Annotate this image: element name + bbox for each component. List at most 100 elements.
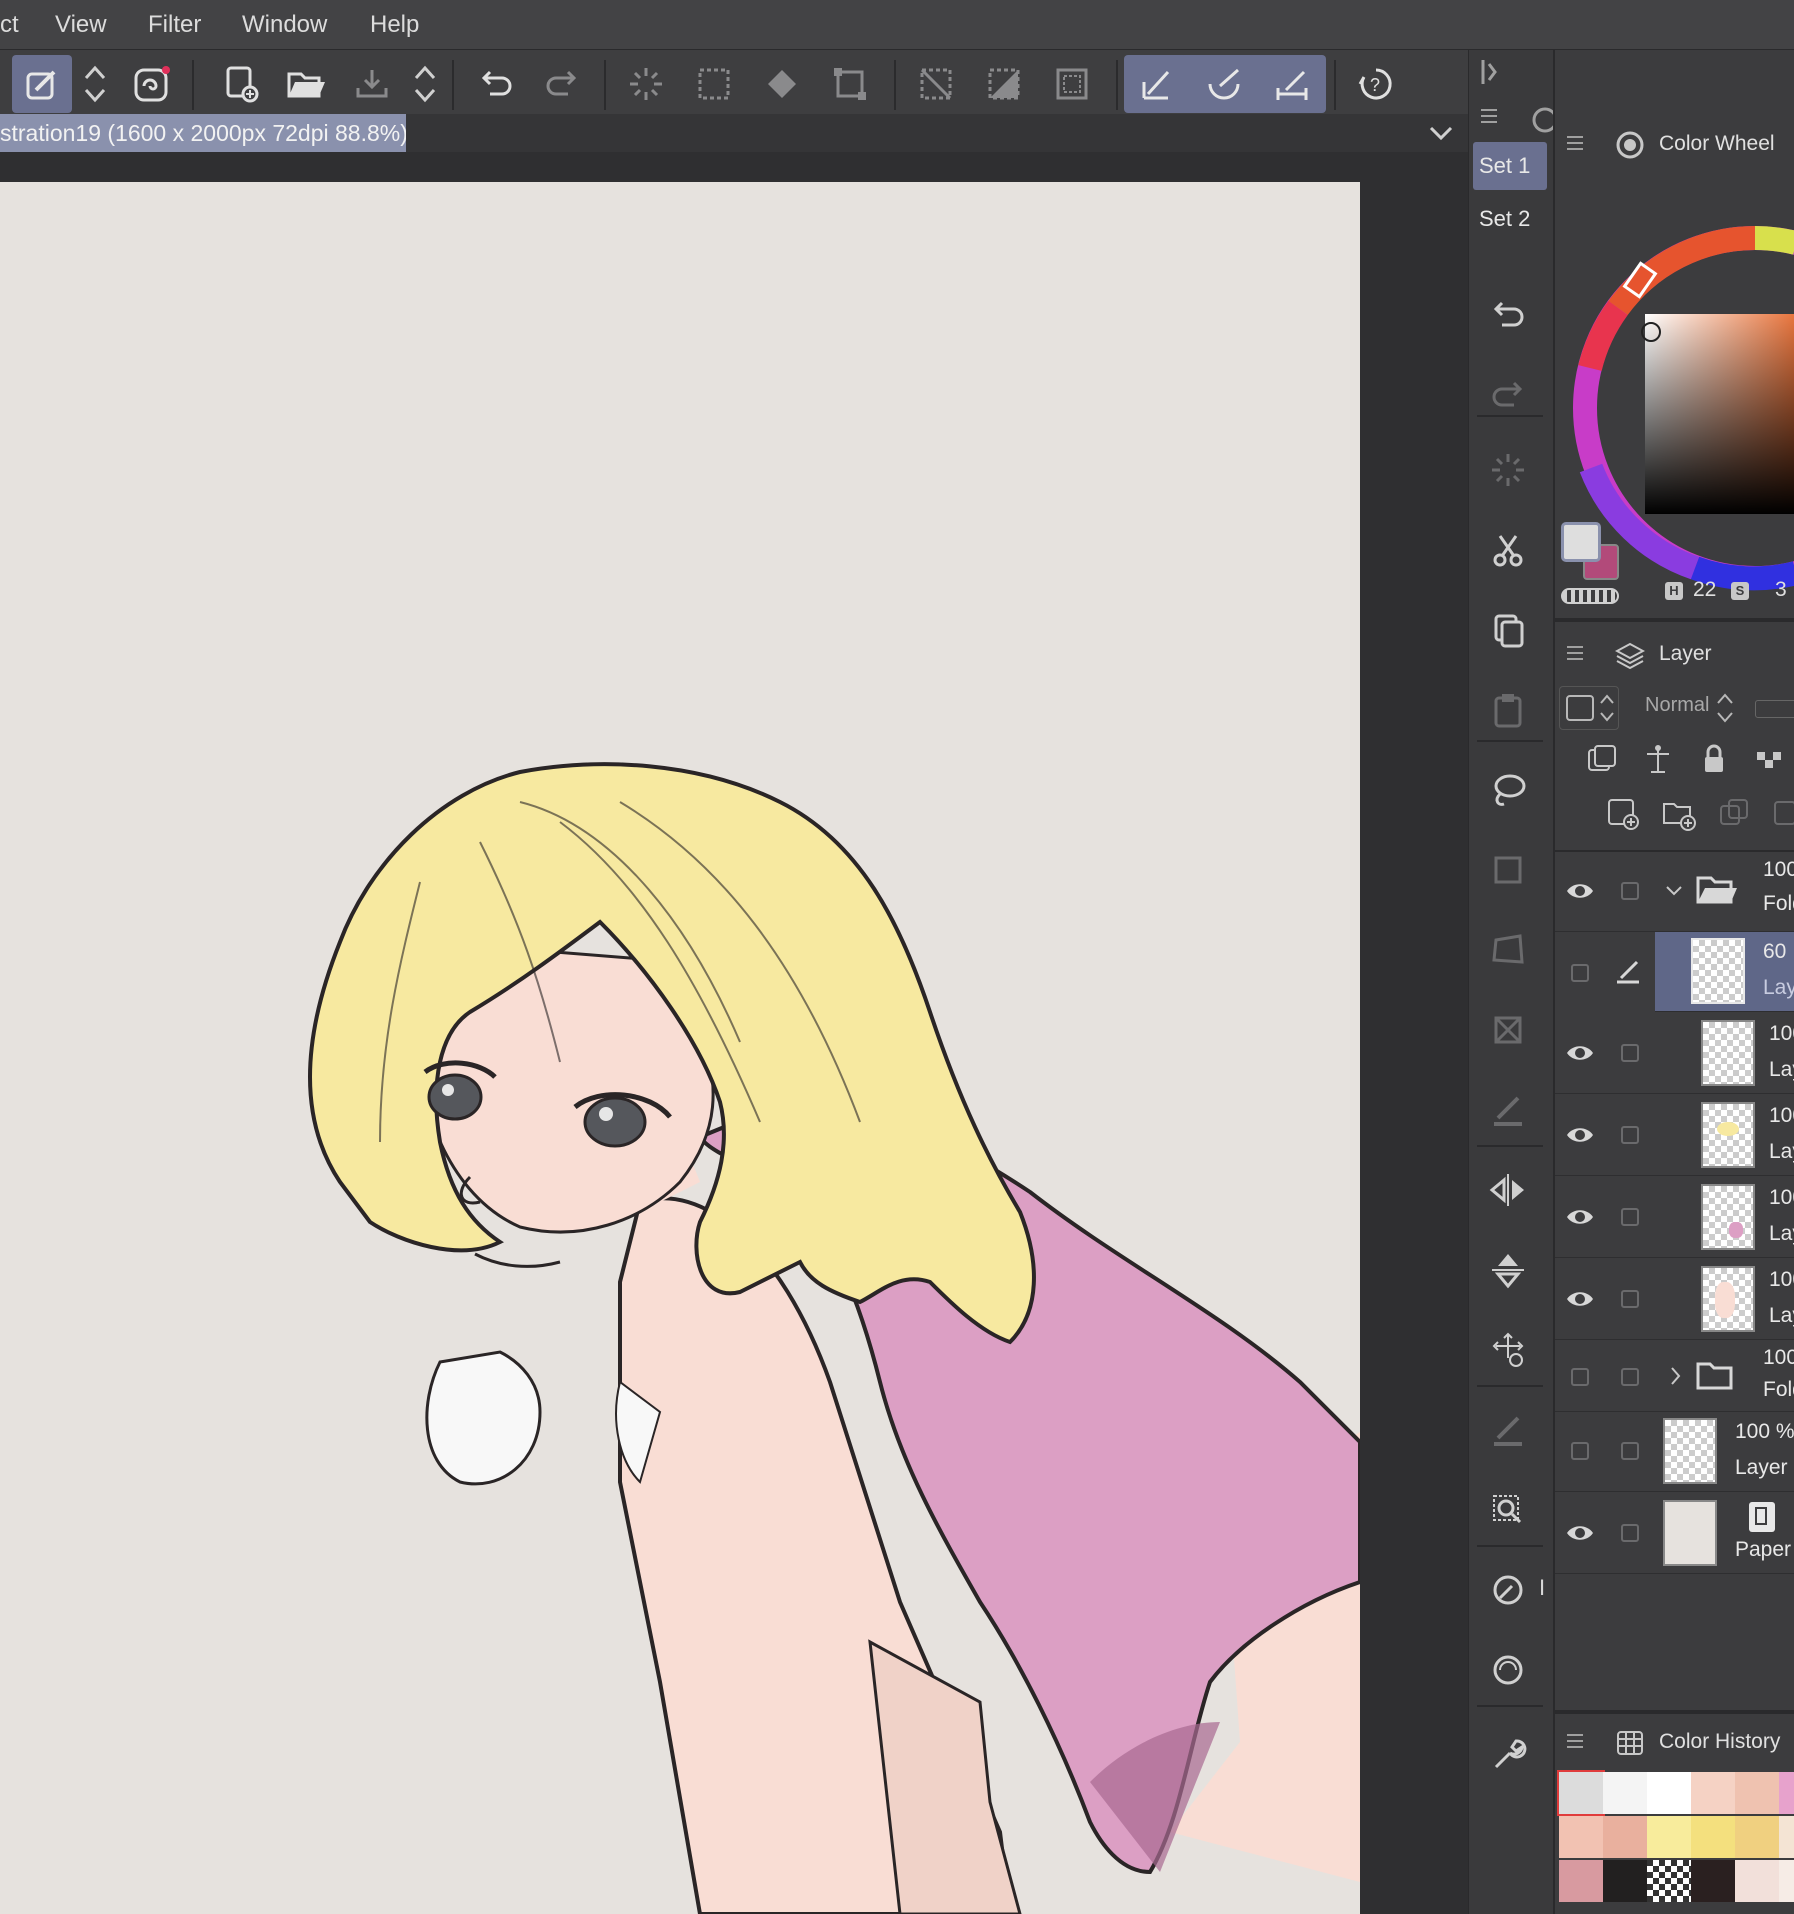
eye-visible-icon[interactable] — [1565, 876, 1595, 906]
clip-to-below-icon[interactable] — [1585, 742, 1619, 776]
layer-row[interactable]: 100 % Layer — [1555, 1412, 1794, 1492]
color-history-swatch[interactable] — [1559, 1816, 1603, 1858]
zoom-fit-icon[interactable] — [1483, 1485, 1533, 1535]
menu-hamburger-icon[interactable] — [1477, 104, 1501, 128]
move-rotate-icon[interactable] — [1483, 1325, 1533, 1375]
spiral-app-icon[interactable] — [122, 55, 182, 113]
menu-filter[interactable]: Filter — [148, 0, 201, 50]
lock-icon[interactable] — [1697, 742, 1731, 776]
menu-help[interactable]: Help — [370, 0, 419, 50]
color-history-swatch[interactable] — [1603, 1816, 1647, 1858]
color-history-swatch[interactable] — [1647, 1772, 1691, 1814]
flip-vertical-icon[interactable] — [1483, 1245, 1533, 1295]
cut-icon[interactable] — [1483, 525, 1533, 575]
layer-row[interactable]: 100 Lay — [1555, 1260, 1794, 1340]
layer-row-folder[interactable]: 100 Fold — [1555, 1342, 1794, 1412]
layer-checkbox[interactable] — [1571, 964, 1589, 982]
undo-icon[interactable] — [1483, 290, 1533, 340]
color-history-swatch[interactable] — [1557, 1770, 1605, 1816]
scale-icon[interactable] — [1483, 845, 1533, 895]
settings-wrench-icon[interactable] — [1483, 1730, 1533, 1780]
color-history-swatch[interactable] — [1735, 1816, 1779, 1858]
layer-checkbox[interactable] — [1621, 1208, 1639, 1226]
menu-hamburger-icon[interactable] — [1565, 132, 1585, 154]
pen-line-icon[interactable] — [1262, 55, 1322, 113]
chevron-down-icon[interactable] — [1426, 120, 1456, 146]
chevron-right-icon[interactable] — [1667, 1364, 1685, 1388]
brush-tool-icon[interactable] — [12, 55, 72, 113]
layer-row[interactable]: 100 Lay — [1555, 1014, 1794, 1094]
up-down-arrows-icon[interactable] — [1715, 690, 1735, 726]
chevron-down-icon[interactable] — [1663, 882, 1685, 900]
color-history-swatch[interactable] — [1603, 1772, 1647, 1814]
transparent-color-toggle[interactable] — [1561, 588, 1619, 604]
set-1-button[interactable]: Set 1 — [1473, 142, 1547, 190]
set-2-button[interactable]: Set 2 — [1473, 195, 1547, 243]
canvas-paper[interactable] — [0, 182, 1360, 1914]
document-tab[interactable]: stration19 (1600 x 2000px 72dpi 88.8%) — [0, 114, 406, 152]
pen-ruler-icon[interactable] — [1126, 55, 1186, 113]
layer-checkbox[interactable] — [1621, 1442, 1639, 1460]
color-history-swatch[interactable] — [1647, 1860, 1691, 1902]
layer-checkbox[interactable] — [1621, 1524, 1639, 1542]
new-raster-layer-icon[interactable] — [1605, 796, 1641, 832]
collapse-panel-icon[interactable] — [1477, 56, 1501, 88]
layer-row-selected[interactable]: 60 Lay — [1655, 932, 1794, 1012]
eye-visible-icon[interactable] — [1565, 1202, 1595, 1232]
layer-checkbox[interactable] — [1621, 882, 1639, 900]
color-history-swatch[interactable] — [1691, 1772, 1735, 1814]
up-down-arrows-icon[interactable] — [400, 55, 450, 113]
fill-icon[interactable] — [752, 55, 812, 113]
opacity-slider[interactable] — [1755, 700, 1794, 718]
color-history-swatch[interactable] — [1735, 1860, 1779, 1902]
canvas-area[interactable] — [0, 152, 1468, 1914]
layer-row[interactable]: 100 Lay — [1555, 1178, 1794, 1258]
layer-checkbox[interactable] — [1621, 1368, 1639, 1386]
deselect-icon[interactable] — [906, 55, 966, 113]
layer-checkbox[interactable] — [1621, 1126, 1639, 1144]
navigator-icon[interactable] — [1529, 104, 1558, 134]
eye-visible-icon[interactable] — [1565, 1038, 1595, 1068]
new-folder-icon[interactable] — [1661, 796, 1697, 832]
menu-window[interactable]: Window — [242, 0, 327, 50]
main-color-swatch[interactable] — [1561, 522, 1601, 562]
layer-checkbox[interactable] — [1571, 1442, 1589, 1460]
color-history-swatch[interactable] — [1603, 1860, 1647, 1902]
merge-layer-icon[interactable] — [1771, 796, 1794, 832]
clear-icon[interactable] — [1483, 445, 1533, 495]
paste-icon[interactable] — [1483, 685, 1533, 735]
eye-visible-icon[interactable] — [1565, 1120, 1595, 1150]
menu-view[interactable]: View — [55, 0, 107, 50]
clear-icon[interactable] — [616, 55, 676, 113]
reset-view-icon[interactable] — [1483, 1645, 1533, 1695]
layer-row-paper[interactable]: Paper — [1555, 1494, 1794, 1574]
transfer-to-lower-layer-icon[interactable] — [1717, 796, 1753, 832]
lasso-icon[interactable] — [1483, 765, 1533, 815]
expression-color-select[interactable] — [1559, 686, 1619, 730]
menu-hamburger-icon[interactable] — [1565, 642, 1585, 664]
selection-icon[interactable] — [684, 55, 744, 113]
new-canvas-icon[interactable] — [210, 55, 270, 113]
save-icon[interactable] — [342, 55, 402, 113]
brush-stroke-icon[interactable] — [1194, 55, 1254, 113]
color-history-swatch[interactable] — [1559, 1860, 1603, 1902]
undo-icon[interactable] — [466, 55, 526, 113]
mesh-transform-icon[interactable] — [1483, 1005, 1533, 1055]
color-history-swatch[interactable] — [1779, 1860, 1794, 1902]
color-history-swatch[interactable] — [1735, 1772, 1779, 1814]
layer-row[interactable]: 100 Lay — [1555, 1096, 1794, 1176]
fill-brush-icon[interactable] — [1483, 1085, 1533, 1135]
layer-checkbox[interactable] — [1621, 1290, 1639, 1308]
eye-visible-icon[interactable] — [1565, 1518, 1595, 1548]
border-selection-icon[interactable] — [1042, 55, 1102, 113]
rotate-view-icon[interactable] — [1483, 1565, 1533, 1615]
menu-hamburger-icon[interactable] — [1565, 1730, 1585, 1752]
help-question-icon[interactable]: ? — [1346, 55, 1406, 113]
color-history-swatch[interactable] — [1691, 1816, 1735, 1858]
layer-row-folder[interactable]: 100 Fold — [1555, 852, 1794, 932]
eye-visible-icon[interactable] — [1565, 1284, 1595, 1314]
menu-select[interactable]: ct — [0, 0, 19, 50]
layer-checkbox[interactable] — [1571, 1368, 1589, 1386]
blend-mode-select[interactable]: Normal — [1645, 694, 1709, 717]
eraser-icon[interactable] — [1483, 1405, 1533, 1455]
